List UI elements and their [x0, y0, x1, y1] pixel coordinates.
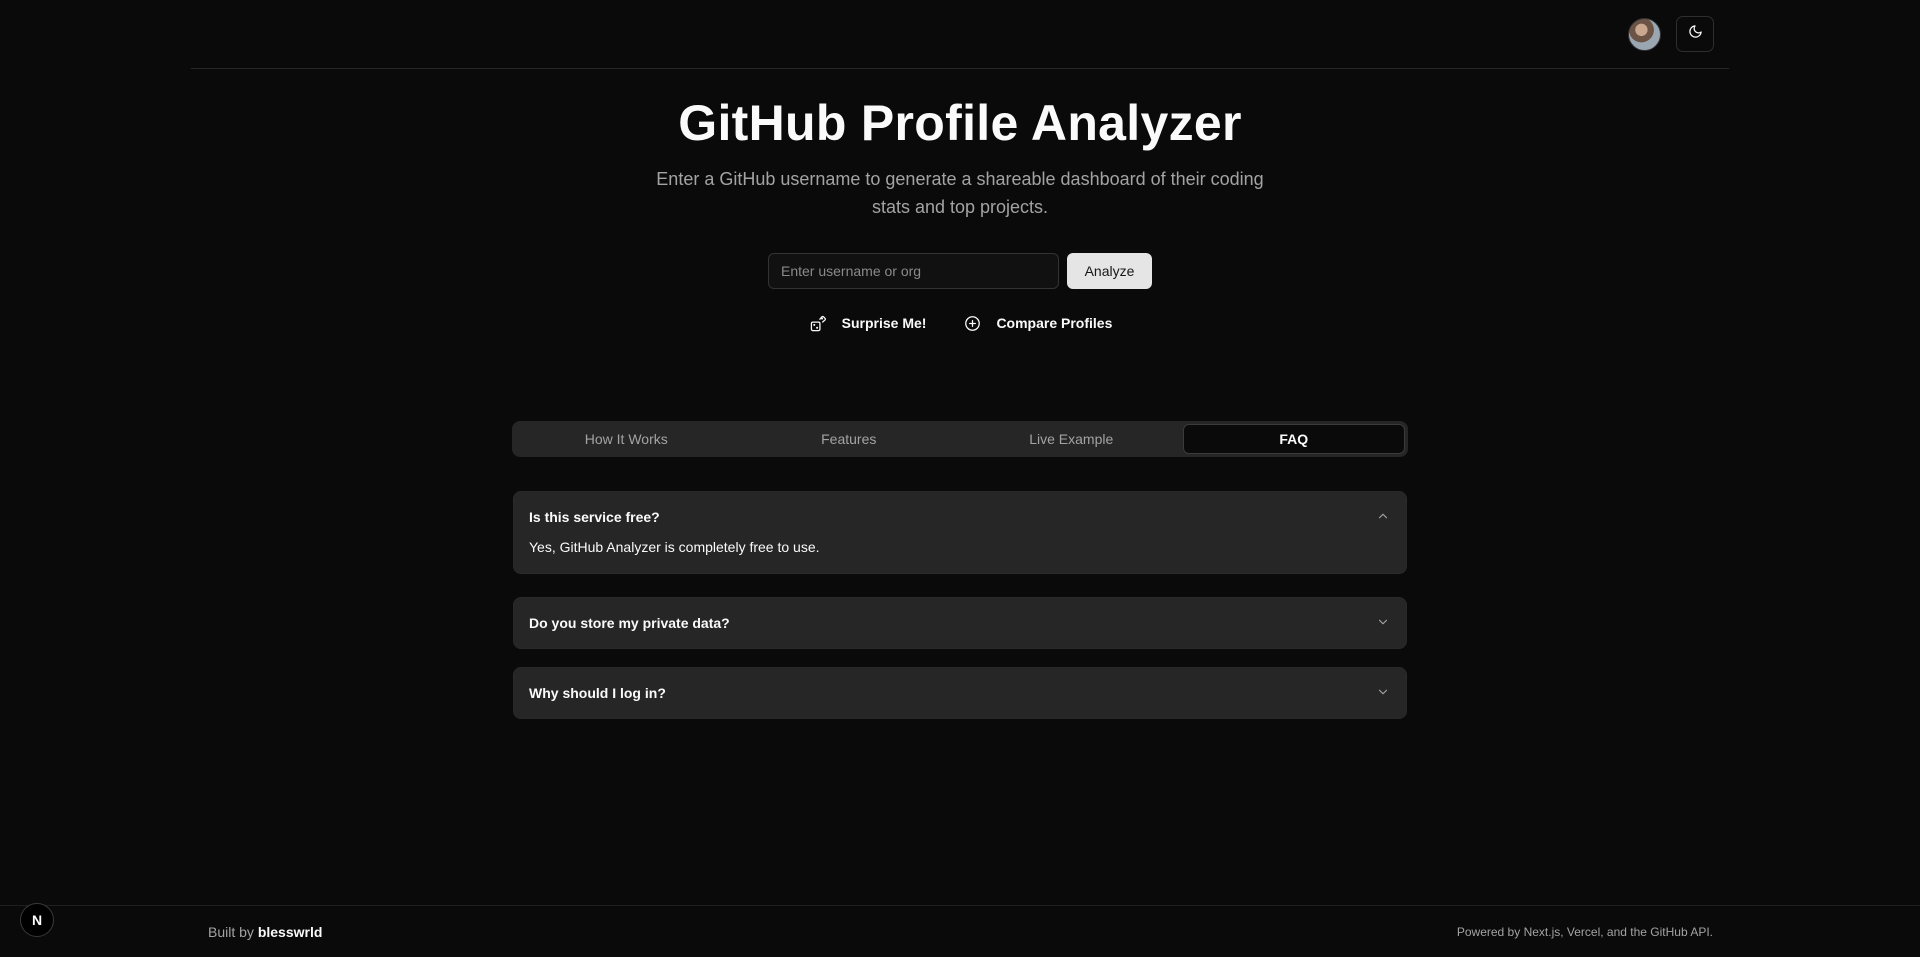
nextjs-dev-badge[interactable]: N	[20, 903, 54, 937]
surprise-me-button[interactable]: Surprise Me!	[810, 313, 927, 333]
search-form: Analyze	[768, 253, 1152, 289]
moon-icon	[1688, 24, 1703, 44]
built-by-prefix: Built by	[208, 924, 258, 940]
compare-profiles-button[interactable]: Compare Profiles	[964, 313, 1112, 333]
tab-faq[interactable]: FAQ	[1182, 424, 1405, 454]
faq-question: Why should I log in?	[529, 685, 666, 701]
surprise-me-label: Surprise Me!	[841, 315, 927, 331]
compare-profiles-label: Compare Profiles	[996, 315, 1113, 331]
username-input[interactable]	[768, 253, 1059, 289]
faq-question: Do you store my private data?	[529, 615, 730, 631]
faq-question-toggle[interactable]: Why should I log in?	[514, 668, 1406, 718]
faq-question-toggle[interactable]: Do you store my private data?	[514, 598, 1406, 648]
faq-item: Is this service free? Yes, GitHub Analyz…	[513, 491, 1407, 574]
author-link[interactable]: blesswrld	[258, 924, 323, 940]
page-title: GitHub Profile Analyzer	[678, 95, 1242, 151]
plus-circle-icon	[964, 315, 981, 332]
dice-icon	[810, 315, 827, 332]
faq-question: Is this service free?	[529, 509, 660, 525]
theme-toggle-button[interactable]	[1676, 16, 1714, 52]
tab-how-it-works[interactable]: How It Works	[515, 424, 738, 454]
chevron-down-icon	[1376, 615, 1390, 632]
chevron-up-icon	[1376, 509, 1390, 526]
faq-answer: Yes, GitHub Analyzer is completely free …	[529, 539, 820, 555]
analyze-button[interactable]: Analyze	[1067, 253, 1152, 289]
page: GitHub Profile Analyzer Enter a GitHub u…	[0, 0, 1920, 957]
chevron-down-icon	[1376, 685, 1390, 702]
quick-actions: Surprise Me! Compare Profiles	[0, 313, 1920, 333]
powered-by: Powered by Next.js, Vercel, and the GitH…	[1456, 925, 1713, 939]
footer: Built by blesswrld Powered by Next.js, V…	[0, 905, 1920, 957]
user-avatar[interactable]	[1628, 18, 1661, 51]
top-header	[191, 0, 1729, 69]
page-subtitle: Enter a GitHub username to generate a sh…	[656, 169, 1264, 217]
faq-item: Do you store my private data?	[513, 597, 1407, 649]
faq-question-toggle[interactable]: Is this service free?	[514, 492, 1406, 542]
info-tabs: How It Works Features Live Example FAQ	[512, 421, 1408, 457]
faq-item: Why should I log in?	[513, 667, 1407, 719]
tab-live-example[interactable]: Live Example	[960, 424, 1183, 454]
tab-features[interactable]: Features	[738, 424, 961, 454]
built-by: Built by blesswrld	[208, 924, 322, 940]
